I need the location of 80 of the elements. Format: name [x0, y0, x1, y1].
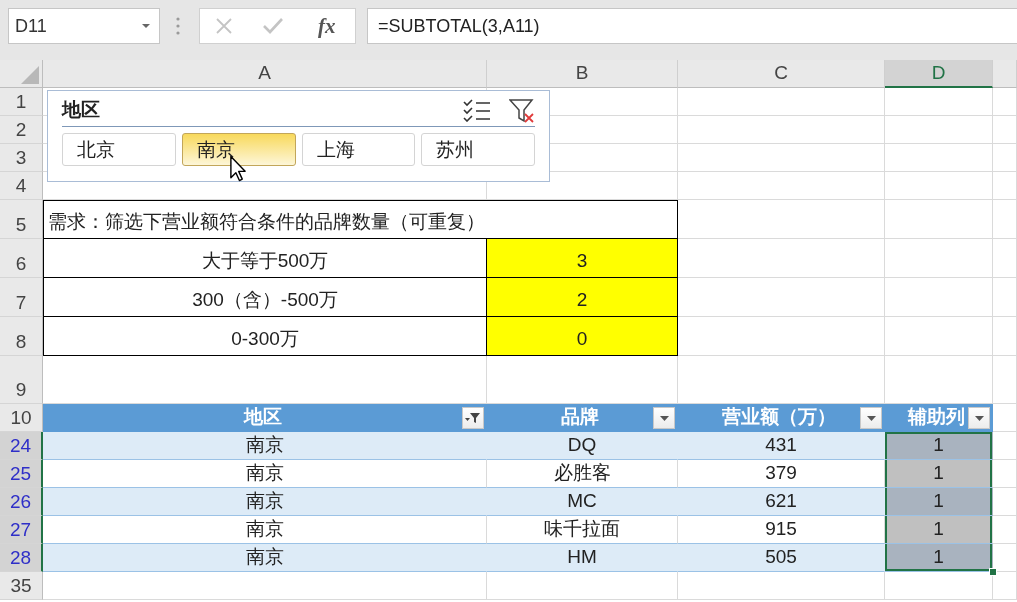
row-header[interactable]: 1 — [0, 88, 43, 116]
row-header[interactable]: 35 — [0, 572, 43, 600]
row-header[interactable]: 25 — [0, 460, 43, 488]
table-cell: DQ — [487, 432, 678, 460]
table-cell: 大于等于500万 — [43, 239, 487, 278]
slicer-item[interactable]: 苏州 — [421, 133, 535, 166]
slicer-title: 地区 — [62, 98, 100, 123]
empty-cell — [993, 516, 1017, 544]
row-header[interactable]: 6 — [0, 239, 43, 278]
checklist-icon[interactable] — [463, 99, 491, 122]
filter-icon — [465, 412, 481, 424]
row-header[interactable]: 3 — [0, 144, 43, 172]
row-header[interactable]: 2 — [0, 116, 43, 144]
caret-icon — [659, 415, 669, 421]
slicer-item[interactable]: 南京 — [181, 133, 296, 166]
empty-cell — [993, 356, 1017, 404]
table-cell: 南京 — [43, 544, 487, 572]
filter-clear-icon[interactable] — [509, 98, 535, 123]
table-cell: 505 — [678, 544, 885, 572]
column-header[interactable]: B — [487, 60, 678, 88]
table-cell: 2 — [487, 278, 678, 317]
empty-cell — [993, 278, 1017, 317]
row-header[interactable]: 8 — [0, 317, 43, 356]
empty-cell — [993, 317, 1017, 356]
empty-cell — [993, 572, 1017, 600]
row-header[interactable]: 24 — [0, 432, 43, 460]
name-box[interactable]: D11 — [8, 8, 160, 44]
column-title: 辅助列 — [908, 405, 965, 429]
table-cell: 1 — [885, 516, 993, 544]
table-cell: 南京 — [43, 488, 487, 516]
row-header[interactable]: 5 — [0, 200, 43, 239]
caret-icon — [974, 415, 984, 421]
table-cell: 300（含）-500万 — [43, 278, 487, 317]
slicer-item[interactable]: 上海 — [301, 133, 416, 166]
table-cell: 3 — [487, 239, 678, 278]
column-title: 品牌 — [561, 405, 599, 429]
empty-cell — [993, 460, 1017, 488]
filter-dropdown-button[interactable] — [968, 407, 990, 429]
row-header[interactable]: 7 — [0, 278, 43, 317]
table-cell: 南京 — [43, 432, 487, 460]
row-header[interactable]: 26 — [0, 488, 43, 516]
table-cell: MC — [487, 488, 678, 516]
table-cell: 0-300万 — [43, 317, 487, 356]
table-cell: 621 — [678, 488, 885, 516]
empty-cell — [993, 488, 1017, 516]
fill-handle[interactable] — [989, 568, 997, 576]
filter-dropdown-button[interactable] — [860, 407, 882, 429]
table-cell: 需求：筛选下营业额符合条件的品牌数量（可重复） — [43, 200, 678, 239]
check-icon[interactable] — [262, 18, 283, 34]
empty-cell — [993, 404, 1017, 432]
table-cell: 0 — [487, 317, 678, 356]
empty-cell — [993, 239, 1017, 278]
empty-cell — [993, 432, 1017, 460]
row-header[interactable]: 10 — [0, 404, 43, 432]
row-header[interactable]: 27 — [0, 516, 43, 544]
table-cell: 1 — [885, 460, 993, 488]
row-header[interactable]: 9 — [0, 356, 43, 404]
table-cell: HM — [487, 544, 678, 572]
column-header[interactable]: A — [43, 60, 487, 88]
insert-function-button[interactable]: fx — [313, 15, 340, 37]
caret-icon[interactable] — [141, 23, 151, 29]
empty-cell — [993, 116, 1017, 144]
formula-field[interactable]: =SUBTOTAL(3,A11) — [367, 8, 1017, 44]
empty-cell — [993, 200, 1017, 239]
column-title: 地区 — [243, 405, 282, 429]
column-title: 营业额（万） — [722, 405, 836, 429]
grip-icon — [176, 16, 180, 36]
table-cell: 1 — [885, 488, 993, 516]
slicer-item[interactable]: 北京 — [62, 133, 176, 166]
row-header[interactable]: 28 — [0, 544, 43, 572]
row-header[interactable]: 4 — [0, 172, 43, 200]
table-cell: 431 — [678, 432, 885, 460]
empty-cell — [993, 144, 1017, 172]
table-cell: 1 — [885, 432, 993, 460]
filter-dropdown-button[interactable] — [653, 407, 675, 429]
column-header[interactable]: C — [678, 60, 885, 88]
filter-dropdown-button[interactable] — [462, 407, 484, 429]
empty-cell — [993, 172, 1017, 200]
column-header[interactable]: D — [885, 60, 993, 88]
caret-icon — [866, 415, 876, 421]
